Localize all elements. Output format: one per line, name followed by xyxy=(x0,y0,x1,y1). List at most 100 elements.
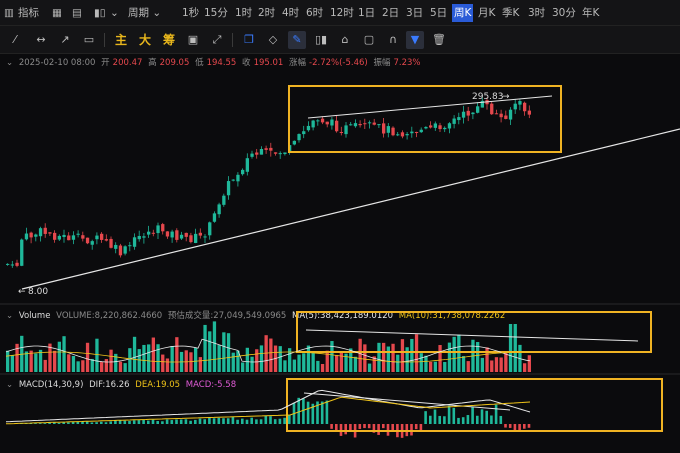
volume-bar xyxy=(386,346,390,372)
volume-bar xyxy=(480,357,484,372)
toolbar-divider xyxy=(232,33,233,47)
candle xyxy=(278,153,282,155)
volume-bar xyxy=(184,350,188,372)
period-6h[interactable]: 6时 xyxy=(306,0,323,26)
volume-bar xyxy=(306,345,311,372)
copy-icon[interactable]: ❐ xyxy=(240,31,258,49)
candle xyxy=(198,232,202,236)
macd-bar xyxy=(189,420,192,424)
macd-bar xyxy=(429,415,432,424)
candle xyxy=(53,232,57,240)
chart-canvas[interactable]: 295.83 → ← 8.00 xyxy=(0,54,680,453)
draw-pen-icon[interactable]: ✎ xyxy=(288,31,306,49)
candle xyxy=(410,131,414,134)
macd-bar xyxy=(85,421,89,424)
main-chart-button[interactable]: 主 xyxy=(112,31,130,49)
drawing-toolbar: ⁄ ↔ ↗ ▭ 主 大 筹 ▣ ⤢ ❐ ◇ ✎ ▯▮ ⌂ ▢ ∩ ▼ 🗑 xyxy=(0,26,680,54)
volume-bar xyxy=(109,349,113,372)
period-1s[interactable]: 1秒 xyxy=(182,0,199,26)
chart-settings-icon[interactable]: ▣ xyxy=(184,31,202,49)
period-3h[interactable]: 3时 xyxy=(528,0,545,26)
arrow-right-icon: → xyxy=(502,92,510,102)
volume-bar xyxy=(335,354,339,372)
candle xyxy=(231,179,235,181)
candle xyxy=(419,129,423,133)
period-year[interactable]: 年K xyxy=(582,0,599,26)
candlestick-series xyxy=(6,96,531,268)
macd-bar xyxy=(499,415,503,424)
macd-bar xyxy=(382,424,385,429)
macd-bar xyxy=(95,422,98,424)
candle xyxy=(236,174,240,182)
macd-bar xyxy=(480,409,484,424)
period-12h[interactable]: 12时 xyxy=(330,0,354,26)
volume-trendline[interactable] xyxy=(305,329,639,342)
macd-bar xyxy=(471,406,474,424)
macd-bar xyxy=(236,419,239,424)
candle xyxy=(452,118,456,124)
lock-icon[interactable]: ⌂ xyxy=(336,31,354,49)
candle xyxy=(137,235,141,240)
macd-bar xyxy=(38,423,42,424)
macd-bar xyxy=(198,418,202,424)
candle xyxy=(273,152,278,154)
calendar-icon[interactable]: ▦ xyxy=(52,0,62,26)
macd-bar xyxy=(306,401,310,424)
filter-icon[interactable]: ▼ xyxy=(406,31,424,49)
period-30m[interactable]: 30分 xyxy=(552,0,576,26)
trendline-icon[interactable]: ⁄ xyxy=(6,31,24,49)
macd-bar xyxy=(118,420,122,424)
candle xyxy=(433,123,437,128)
period-3d[interactable]: 3日 xyxy=(406,0,423,26)
chevron-down-icon[interactable]: ⌄ xyxy=(110,0,119,26)
big-order-button[interactable]: 大 xyxy=(136,31,154,49)
save-icon[interactable]: ▢ xyxy=(360,31,378,49)
macd-bar xyxy=(203,419,206,424)
candle-style-icon[interactable]: ▯▮ xyxy=(312,31,330,49)
channel-icon[interactable]: ▭ xyxy=(80,31,98,49)
candle xyxy=(57,235,61,240)
macd-bar xyxy=(278,418,282,424)
candle xyxy=(527,110,531,115)
period-month[interactable]: 月K xyxy=(478,0,495,26)
chart-type-icon[interactable]: ▮▯ xyxy=(94,0,106,26)
candle xyxy=(175,230,179,240)
macd-bar xyxy=(109,421,112,424)
ray-icon[interactable]: ↗ xyxy=(56,31,74,49)
volume-bar xyxy=(269,338,273,372)
period-5d[interactable]: 5日 xyxy=(430,0,447,26)
macd-bar xyxy=(490,415,493,424)
period-1d[interactable]: 1日 xyxy=(358,0,375,26)
trash-icon[interactable]: 🗑 xyxy=(430,31,448,49)
volume-bar xyxy=(292,359,296,372)
fullscreen-icon[interactable]: ⤢ xyxy=(208,31,226,49)
indicator-button[interactable]: 指标 xyxy=(18,0,39,26)
period-4h[interactable]: 4时 xyxy=(282,0,299,26)
period-quarter[interactable]: 季K xyxy=(502,0,519,26)
indicator-icon[interactable]: ▥ xyxy=(4,0,14,26)
macd-trendline[interactable] xyxy=(303,392,511,411)
period-week-active[interactable]: 周K xyxy=(452,4,474,22)
layout-icon[interactable]: ▤ xyxy=(72,0,82,26)
macd-bar xyxy=(226,418,230,424)
candle xyxy=(523,102,527,112)
candle xyxy=(184,232,188,237)
magnet-icon[interactable]: ∩ xyxy=(384,31,402,49)
chip-button[interactable]: 筹 xyxy=(160,31,178,49)
period-1h[interactable]: 1时 xyxy=(235,0,252,26)
horizontal-line-icon[interactable]: ↔ xyxy=(32,31,50,49)
volume-bar xyxy=(81,360,85,372)
volume-bar xyxy=(189,352,193,372)
tag-icon[interactable]: ◇ xyxy=(264,31,282,49)
period-menu-button[interactable]: 周期 ⌄ xyxy=(128,0,161,26)
period-2d[interactable]: 2日 xyxy=(382,0,399,26)
candle xyxy=(29,232,33,238)
period-2h[interactable]: 2时 xyxy=(258,0,275,26)
candle xyxy=(212,213,217,222)
highlight-box-main[interactable] xyxy=(288,85,562,153)
period-15m[interactable]: 15分 xyxy=(204,0,228,26)
volume-bar xyxy=(499,357,503,372)
candle xyxy=(151,232,155,234)
candle xyxy=(457,117,461,121)
macd-bar xyxy=(250,417,253,424)
